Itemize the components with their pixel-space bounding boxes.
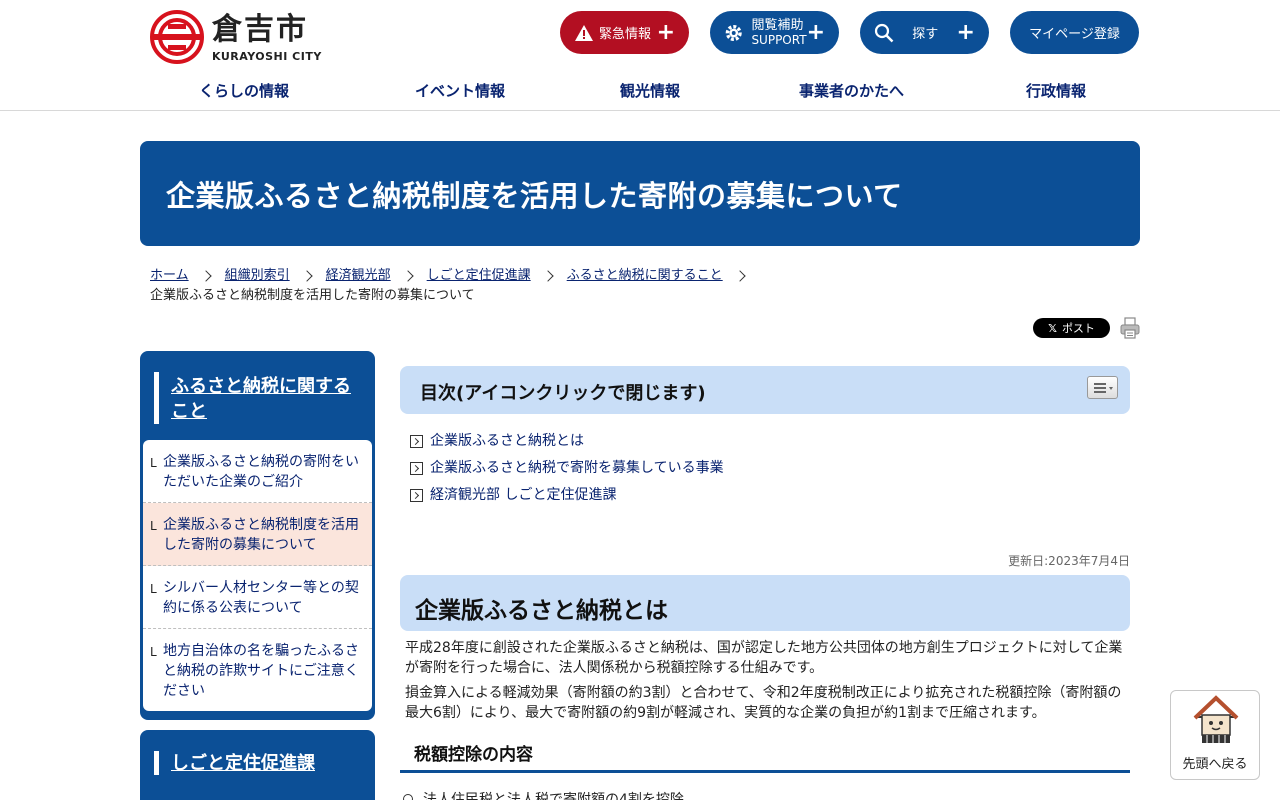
access-label-jp: 閲覧補助 [751, 17, 804, 33]
sidebar-section-furusato: ふるさと納税に関すること L 企業版ふるさと納税の寄附をいただいた企業のご紹介 L… [140, 351, 375, 720]
gear-icon [725, 24, 742, 41]
breadcrumb: ホーム 組織別索引 経済観光部 しごと定住促進課 ふるさと納税に関すること 企業… [150, 266, 1130, 306]
toc-list: 企業版ふるさと納税とは 企業版ふるさと納税で寄附を募集している事業 経済観光部 … [410, 428, 724, 509]
sidebar-item[interactable]: L シルバー人材センター等との契約に係る公表について [143, 566, 372, 629]
sidebar-item-label: 企業版ふるさと納税制度を活用した寄附の募集について [163, 517, 359, 553]
x-logo-icon: 𝕏 [1048, 321, 1057, 335]
breadcrumb-org-index[interactable]: 組織別索引 [225, 266, 290, 286]
sidebar-item-label: 地方自治体の名を騙ったふるさと納税の詐欺サイトにご注意ください [163, 643, 359, 699]
warning-icon [575, 24, 593, 41]
breadcrumb-section[interactable]: しごと定住促進課 [427, 266, 531, 286]
global-nav: くらしの情報 イベント情報 観光情報 事業者のかたへ 行政情報 [0, 80, 1280, 104]
chevron-right-icon [300, 270, 313, 282]
logo-text: 倉吉市 [212, 12, 308, 47]
back-to-top-label: 先頭へ戻る [1182, 757, 1248, 772]
plus-icon: + [806, 19, 825, 45]
nav-business-info[interactable]: 事業者のかたへ [799, 80, 904, 101]
page-title: 企業版ふるさと納税制度を活用した寄附の募集について [166, 179, 903, 213]
sidebar-item-current[interactable]: L 企業版ふるさと納税制度を活用した寄附の募集について [143, 503, 372, 566]
search-icon [874, 23, 894, 42]
toc-link[interactable]: 企業版ふるさと納税とは [430, 428, 584, 455]
chevron-right-icon [199, 270, 212, 282]
arrow-box-icon [410, 435, 423, 448]
sidebar-item-label: 企業版ふるさと納税の寄附をいただいた企業のご紹介 [163, 454, 359, 490]
access-label-en: SUPPORT [751, 32, 807, 47]
breadcrumb-furusato[interactable]: ふるさと納税に関すること [567, 266, 723, 286]
sidebar-item-label: シルバー人材センター等との契約に係る公表について [163, 580, 359, 616]
logo-english-text: KURAYOSHI CITY [212, 50, 322, 63]
sidebar-list: L 企業版ふるさと納税の寄附をいただいた企業のご紹介 L 企業版ふるさと納税制度を活… [143, 440, 372, 711]
search-button[interactable]: 探す + [860, 11, 989, 54]
breadcrumb-current: 企業版ふるさと納税制度を活用した寄附の募集について [150, 288, 475, 303]
sidebar-title-link[interactable]: しごと定住促進課 [171, 753, 315, 774]
list-mark: L [150, 519, 157, 533]
mypage-register-button[interactable]: マイページ登録 [1010, 11, 1139, 54]
circle-bullet-icon [403, 794, 413, 800]
sidebar-item[interactable]: L 地方自治体の名を騙ったふるさと納税の詐欺サイトにご注意ください [143, 629, 372, 711]
mascot-house-icon [1193, 695, 1239, 743]
plus-icon: + [656, 19, 675, 45]
list-item: 法人住民税と法人税で寄附額の4割を控除 [403, 789, 684, 800]
list-mark: L [150, 456, 157, 470]
mypage-label: マイページ登録 [1029, 27, 1120, 42]
post-label: ポスト [1061, 322, 1095, 335]
list-mark: L [150, 645, 157, 659]
nav-admin-info[interactable]: 行政情報 [1026, 80, 1086, 101]
paragraph: 平成28年度に創設された企業版ふるさと納税は、国が認定した地方公共団体の地方創生… [405, 640, 1123, 676]
site-logo[interactable]: 倉吉市 KURAYOSHI CITY [150, 10, 330, 66]
back-to-top-button[interactable]: 先頭へ戻る [1170, 690, 1260, 780]
nav-living-info[interactable]: くらしの情報 [199, 80, 289, 101]
search-label: 探す [912, 27, 939, 42]
subheading: 税額控除の内容 [414, 745, 533, 765]
subheading-box: 税額控除の内容 [400, 735, 1130, 773]
toc-title: 目次(アイコンクリックで閉じます) [420, 383, 706, 404]
city-emblem-icon [150, 10, 204, 64]
print-icon[interactable] [1120, 317, 1140, 339]
arrow-box-icon [410, 462, 423, 475]
updated-date: 更新日:2023年7月4日 [1008, 554, 1130, 568]
x-post-button[interactable]: 𝕏 ポスト [1033, 318, 1110, 338]
list-icon [1094, 383, 1113, 393]
toc-item: 企業版ふるさと納税とは [410, 428, 724, 455]
section-heading: 企業版ふるさと納税とは [415, 598, 668, 624]
paragraph: 損金算入による軽減効果（寄附額の約3割）と合わせて、令和2年度税制改正により拡充… [405, 685, 1122, 721]
toc-item: 経済観光部 しごと定住促進課 [410, 482, 724, 509]
list-mark: L [150, 582, 157, 596]
toc-link[interactable]: 経済観光部 しごと定住促進課 [430, 482, 616, 509]
page-title-banner: 企業版ふるさと納税制度を活用した寄附の募集について [140, 141, 1140, 246]
emergency-label: 緊急情報 [599, 27, 652, 42]
site-header: 倉吉市 KURAYOSHI CITY 緊急情報 + 閲覧補助 SUPPORT +… [0, 0, 1280, 111]
nav-event-info[interactable]: イベント情報 [415, 80, 505, 101]
nav-tourism-info[interactable]: 観光情報 [620, 80, 680, 101]
sidebar-item[interactable]: L 企業版ふるさと納税の寄附をいただいた企業のご紹介 [143, 440, 372, 503]
arrow-box-icon [410, 489, 423, 502]
breadcrumb-economy-dept[interactable]: 経済観光部 [326, 266, 391, 286]
table-of-contents-header: 目次(アイコンクリックで閉じます) [400, 366, 1130, 414]
plus-icon: + [956, 19, 975, 45]
toc-toggle-icon[interactable] [1087, 376, 1118, 399]
toc-item: 企業版ふるさと納税で寄附を募集している事業 [410, 455, 724, 482]
list-item-text: 法人住民税と法人税で寄附額の4割を控除 [423, 792, 684, 800]
section-heading-box: 企業版ふるさと納税とは [400, 575, 1130, 631]
chevron-right-icon [542, 270, 554, 282]
toc-link[interactable]: 企業版ふるさと納税で寄附を募集している事業 [430, 455, 724, 482]
sidebar-title-link[interactable]: ふるさと納税に関すること [171, 376, 351, 422]
chevron-right-icon [734, 270, 746, 282]
breadcrumb-home[interactable]: ホーム [150, 266, 189, 286]
sidebar-heading: しごと定住促進課 [143, 733, 372, 800]
emergency-info-button[interactable]: 緊急情報 + [560, 11, 689, 54]
chevron-right-icon [401, 270, 414, 282]
sidebar-section-department: しごと定住促進課 [140, 730, 375, 800]
accessibility-support-button[interactable]: 閲覧補助 SUPPORT + [710, 11, 839, 54]
sidebar-heading: ふるさと納税に関すること [143, 354, 372, 440]
